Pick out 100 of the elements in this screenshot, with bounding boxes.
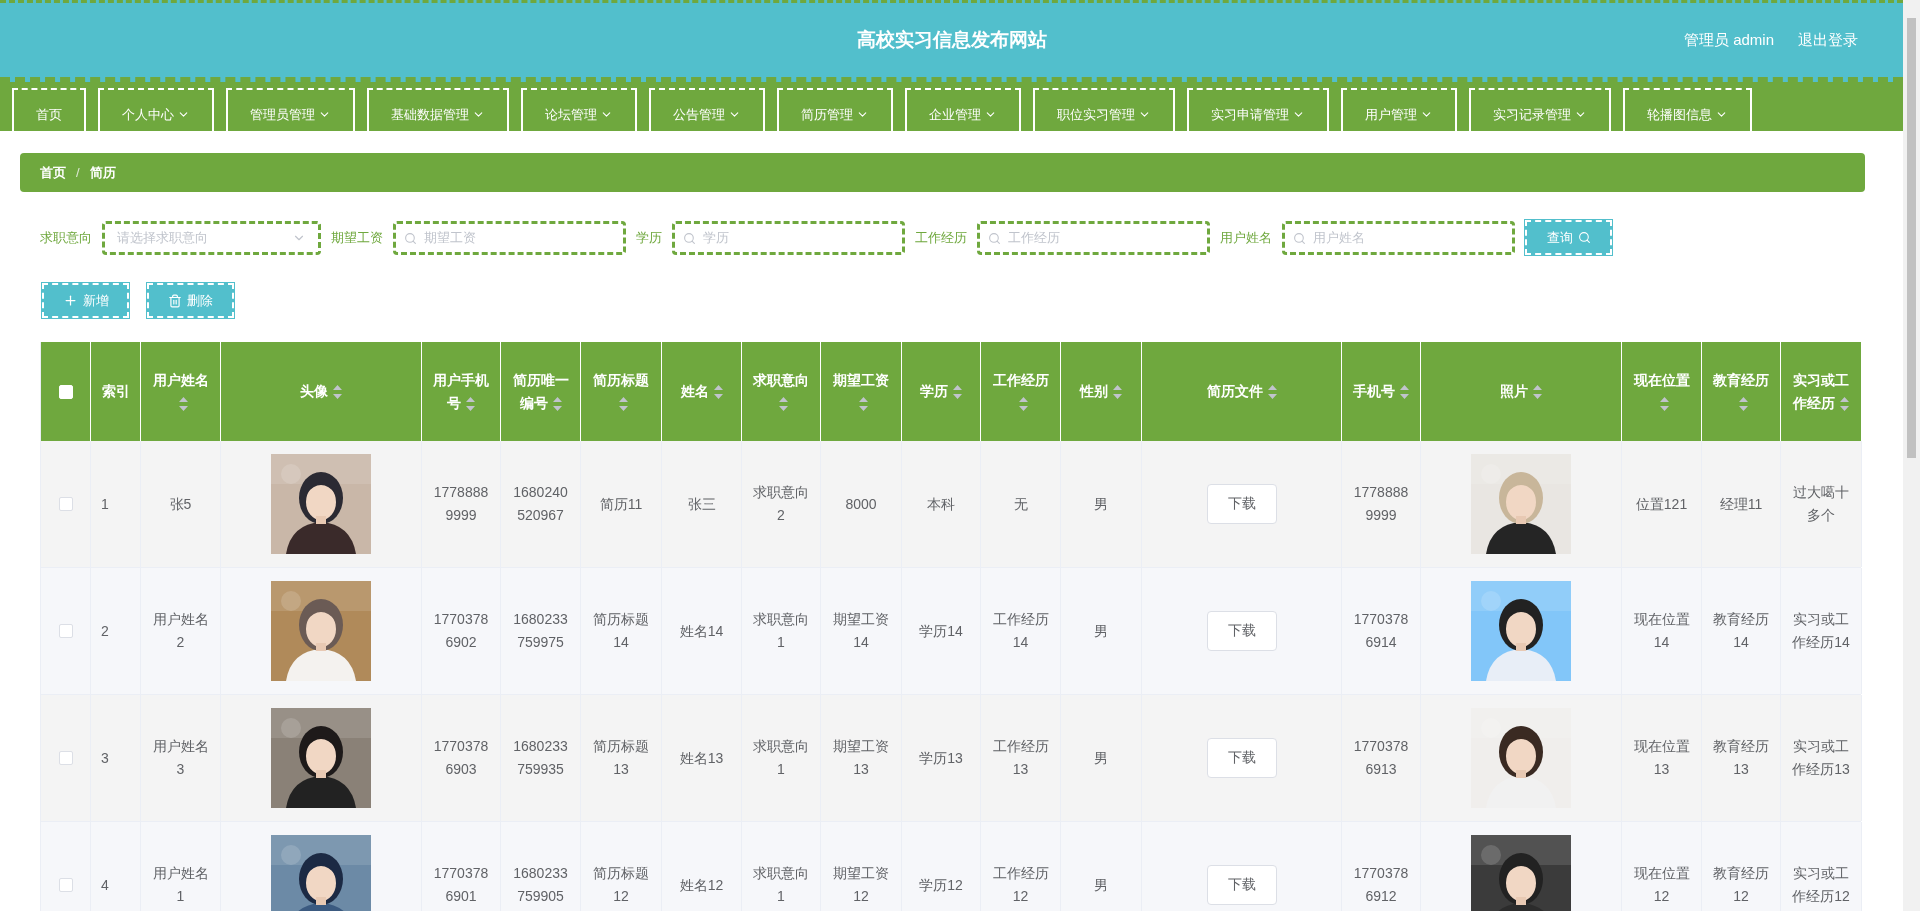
plus-icon bbox=[62, 293, 78, 308]
column-header[interactable]: 手机号 bbox=[1353, 380, 1409, 403]
sort-icon[interactable] bbox=[466, 396, 475, 411]
sort-icon[interactable] bbox=[619, 396, 628, 411]
nav-menu-item[interactable]: 用户管理 bbox=[1341, 88, 1457, 131]
breadcrumb-separator: / bbox=[76, 165, 80, 180]
sort-icon[interactable] bbox=[333, 385, 342, 400]
table-cell-text: 用户姓名3 bbox=[151, 737, 210, 779]
nav-menu-item[interactable]: 简历管理 bbox=[777, 88, 893, 131]
query-button[interactable]: 查询 bbox=[1525, 220, 1612, 255]
search-icon bbox=[404, 231, 417, 245]
table-cell-text: 学历14 bbox=[919, 621, 963, 641]
sort-icon[interactable] bbox=[1400, 385, 1409, 400]
sort-icon[interactable] bbox=[1267, 385, 1277, 400]
search-field[interactable]: 用户姓名 bbox=[1282, 220, 1515, 255]
row-checkbox[interactable] bbox=[58, 624, 73, 638]
table-cell-text: 姓名14 bbox=[679, 621, 724, 641]
scrollbar-thumb[interactable] bbox=[1907, 18, 1916, 458]
nav-menu-item[interactable]: 基础数据管理 bbox=[367, 88, 509, 131]
download-button[interactable]: 下载 bbox=[1206, 611, 1277, 651]
breadcrumb-link[interactable]: 首页 bbox=[40, 163, 66, 182]
table-cell-text: 3 bbox=[101, 748, 109, 768]
sort-icon[interactable] bbox=[1840, 396, 1849, 411]
column-header[interactable]: 简历文件 bbox=[1206, 380, 1277, 403]
sort-icon[interactable] bbox=[1018, 396, 1028, 411]
sort-icon[interactable] bbox=[779, 396, 788, 411]
search-field[interactable]: 学历 bbox=[672, 220, 905, 255]
table-cell-text: 1680240520967 bbox=[512, 483, 569, 525]
nav-menu-item[interactable]: 个人中心 bbox=[98, 88, 214, 131]
filter-label: 用户姓名 bbox=[1220, 228, 1272, 247]
nav-menu-item[interactable]: 实习记录管理 bbox=[1469, 88, 1611, 131]
nav-menu-item[interactable]: 管理员管理 bbox=[226, 88, 355, 131]
scrollbar[interactable] bbox=[1903, 0, 1920, 911]
column-header[interactable]: 简历标题 bbox=[591, 368, 651, 415]
table-cell-text: 姓名13 bbox=[679, 748, 724, 768]
column-header[interactable]: 姓名 bbox=[680, 380, 723, 403]
table-cell-text: 求职意向1 bbox=[752, 610, 810, 652]
sort-icon[interactable] bbox=[1113, 385, 1122, 400]
column-header[interactable]: 用户姓名 bbox=[151, 368, 210, 415]
column-header[interactable]: 工作经历 bbox=[991, 368, 1050, 415]
table-cell-text: 工作经历12 bbox=[991, 864, 1050, 906]
add-button[interactable]: 新增 bbox=[42, 283, 129, 318]
table-cell-text: 经理11 bbox=[1719, 494, 1763, 514]
search-field[interactable]: 期望工资 bbox=[393, 220, 626, 255]
column-header[interactable]: 照片 bbox=[1500, 380, 1542, 403]
table-cell-text: 学历13 bbox=[919, 748, 963, 768]
download-button[interactable]: 下载 bbox=[1206, 738, 1277, 778]
nav-menu-item[interactable]: 首页 bbox=[12, 88, 86, 131]
table-cell-text: 位置121 bbox=[1635, 494, 1688, 514]
sort-icon[interactable] bbox=[552, 396, 562, 411]
breadcrumb-link[interactable]: 简历 bbox=[89, 163, 116, 182]
table-cell-text: 工作经历13 bbox=[991, 737, 1050, 779]
delete-button[interactable]: 删除 bbox=[147, 283, 234, 318]
column-header[interactable]: 用户手机号 bbox=[432, 368, 490, 415]
filter-label: 求职意向 bbox=[40, 228, 92, 247]
search-field[interactable]: 工作经历 bbox=[977, 220, 1210, 255]
select-field[interactable]: 请选择求职意向 bbox=[102, 220, 321, 255]
logout-link[interactable]: 退出登录 bbox=[1798, 30, 1858, 50]
download-button[interactable]: 下载 bbox=[1206, 865, 1277, 905]
nav-menu-item[interactable]: 实习申请管理 bbox=[1187, 88, 1329, 131]
column-header[interactable]: 头像 bbox=[300, 380, 342, 403]
row-checkbox[interactable] bbox=[58, 751, 73, 765]
sort-icon[interactable] bbox=[953, 385, 962, 400]
search-icon bbox=[1577, 231, 1591, 244]
table-cell-text: 17788889999 bbox=[432, 483, 490, 525]
table-cell-text: 过大噶十多个 bbox=[1792, 483, 1850, 525]
sort-icon[interactable] bbox=[1739, 396, 1748, 411]
table-cell-text: 17703786901 bbox=[432, 864, 490, 906]
sort-icon[interactable] bbox=[1659, 396, 1669, 411]
column-header[interactable]: 实习或工作经历 bbox=[1791, 368, 1851, 415]
nav-menu-item[interactable]: 公告管理 bbox=[649, 88, 765, 131]
table-cell-text: 2 bbox=[101, 621, 109, 641]
sort-icon[interactable] bbox=[1533, 385, 1542, 400]
column-header: 索引 bbox=[101, 382, 130, 401]
row-checkbox[interactable] bbox=[58, 497, 73, 511]
column-header[interactable]: 现在位置 bbox=[1632, 368, 1691, 415]
download-button[interactable]: 下载 bbox=[1206, 484, 1277, 524]
table-cell-text: 17703786902 bbox=[432, 610, 490, 652]
table-cell-text: 简历标题12 bbox=[592, 864, 650, 906]
row-checkbox[interactable] bbox=[58, 878, 73, 892]
nav-menu-item[interactable]: 企业管理 bbox=[905, 88, 1021, 131]
column-header[interactable]: 求职意向 bbox=[752, 368, 810, 415]
column-header[interactable]: 性别 bbox=[1080, 380, 1122, 403]
nav-menu-item[interactable]: 轮播图信息 bbox=[1623, 88, 1752, 131]
column-header[interactable]: 期望工资 bbox=[831, 368, 891, 415]
table-cell-text: 简历标题13 bbox=[592, 737, 650, 779]
table-cell-text: 姓名12 bbox=[679, 875, 724, 895]
table-cell-text: 简历11 bbox=[599, 494, 643, 514]
sort-icon[interactable] bbox=[178, 396, 188, 411]
column-header[interactable]: 学历 bbox=[920, 380, 962, 403]
select-all-checkbox[interactable] bbox=[58, 384, 73, 399]
nav-menu-item[interactable]: 论坛管理 bbox=[521, 88, 637, 131]
nav-menu-item[interactable]: 职位实习管理 bbox=[1033, 88, 1175, 131]
table-cell-text: 无 bbox=[1013, 494, 1028, 514]
table-cell-text: 工作经历14 bbox=[991, 610, 1050, 652]
column-header[interactable]: 简历唯一编号 bbox=[511, 368, 570, 415]
column-header[interactable]: 教育经历 bbox=[1712, 368, 1770, 415]
table-cell-text: 男 bbox=[1094, 494, 1108, 514]
sort-icon[interactable] bbox=[859, 396, 868, 411]
sort-icon[interactable] bbox=[713, 385, 723, 400]
